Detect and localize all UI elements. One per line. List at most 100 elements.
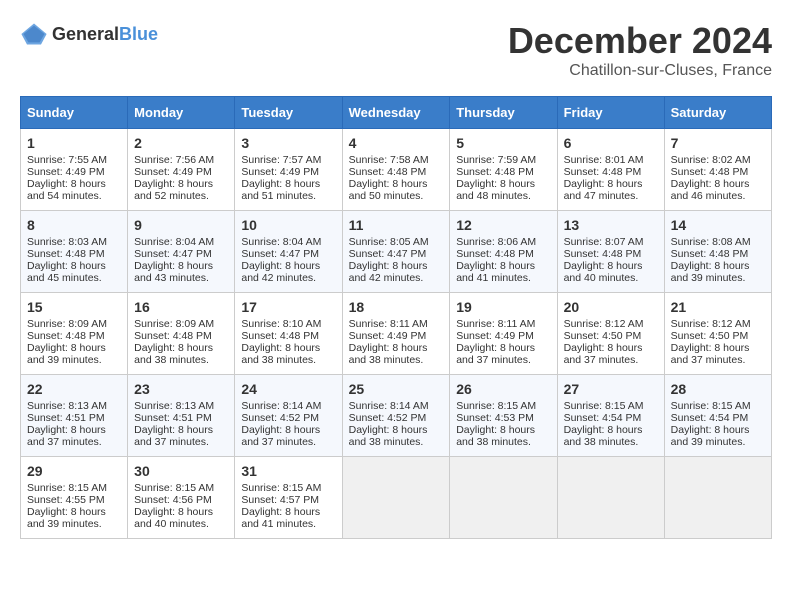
sunrise-text: Sunrise: 8:09 AM [134,318,214,330]
logo-blue: Blue [119,24,158,44]
sunrise-text: Sunrise: 8:05 AM [349,236,429,248]
day-number: 2 [134,135,228,151]
sunset-text: Sunset: 4:52 PM [349,412,427,424]
sunrise-text: Sunrise: 8:12 AM [564,318,644,330]
day-number: 4 [349,135,444,151]
day-number: 18 [349,299,444,315]
day-number: 27 [564,381,658,397]
calendar-week-2: 8 Sunrise: 8:03 AM Sunset: 4:48 PM Dayli… [21,211,772,293]
sunset-text: Sunset: 4:49 PM [134,166,212,178]
sunrise-text: Sunrise: 8:07 AM [564,236,644,248]
calendar-cell: 29 Sunrise: 8:15 AM Sunset: 4:55 PM Dayl… [21,457,128,539]
sunset-text: Sunset: 4:57 PM [241,494,319,506]
calendar-cell: 16 Sunrise: 8:09 AM Sunset: 4:48 PM Dayl… [128,293,235,375]
calendar-cell: 10 Sunrise: 8:04 AM Sunset: 4:47 PM Dayl… [235,211,342,293]
day-number: 9 [134,217,228,233]
calendar-cell: 30 Sunrise: 8:15 AM Sunset: 4:56 PM Dayl… [128,457,235,539]
calendar-cell: 26 Sunrise: 8:15 AM Sunset: 4:53 PM Dayl… [450,375,557,457]
col-sunday: Sunday [21,97,128,129]
sunset-text: Sunset: 4:50 PM [564,330,642,342]
day-number: 24 [241,381,335,397]
sunrise-text: Sunrise: 8:14 AM [241,400,321,412]
col-friday: Friday [557,97,664,129]
daylight-text: Daylight: 8 hours and 38 minutes. [134,342,213,366]
sunrise-text: Sunrise: 8:01 AM [564,154,644,166]
day-number: 5 [456,135,550,151]
sunset-text: Sunset: 4:48 PM [134,330,212,342]
daylight-text: Daylight: 8 hours and 37 minutes. [134,424,213,448]
calendar-cell: 27 Sunrise: 8:15 AM Sunset: 4:54 PM Dayl… [557,375,664,457]
calendar-cell: 13 Sunrise: 8:07 AM Sunset: 4:48 PM Dayl… [557,211,664,293]
sunset-text: Sunset: 4:48 PM [564,166,642,178]
calendar-cell: 2 Sunrise: 7:56 AM Sunset: 4:49 PM Dayli… [128,129,235,211]
sunrise-text: Sunrise: 8:13 AM [134,400,214,412]
sunrise-text: Sunrise: 8:15 AM [27,482,107,494]
calendar-week-5: 29 Sunrise: 8:15 AM Sunset: 4:55 PM Dayl… [21,457,772,539]
daylight-text: Daylight: 8 hours and 37 minutes. [671,342,750,366]
calendar-cell: 21 Sunrise: 8:12 AM Sunset: 4:50 PM Dayl… [664,293,771,375]
daylight-text: Daylight: 8 hours and 42 minutes. [241,260,320,284]
sunset-text: Sunset: 4:47 PM [134,248,212,260]
day-number: 22 [27,381,121,397]
daylight-text: Daylight: 8 hours and 51 minutes. [241,178,320,202]
sunset-text: Sunset: 4:47 PM [349,248,427,260]
day-number: 30 [134,463,228,479]
sunset-text: Sunset: 4:48 PM [456,166,534,178]
col-wednesday: Wednesday [342,97,450,129]
calendar-cell: 14 Sunrise: 8:08 AM Sunset: 4:48 PM Dayl… [664,211,771,293]
daylight-text: Daylight: 8 hours and 40 minutes. [564,260,643,284]
calendar-cell: 28 Sunrise: 8:15 AM Sunset: 4:54 PM Dayl… [664,375,771,457]
col-thursday: Thursday [450,97,557,129]
col-saturday: Saturday [664,97,771,129]
calendar-week-1: 1 Sunrise: 7:55 AM Sunset: 4:49 PM Dayli… [21,129,772,211]
sunset-text: Sunset: 4:48 PM [671,248,749,260]
day-number: 31 [241,463,335,479]
sunrise-text: Sunrise: 8:11 AM [349,318,428,330]
daylight-text: Daylight: 8 hours and 39 minutes. [27,342,106,366]
sunset-text: Sunset: 4:50 PM [671,330,749,342]
page-header: GeneralBlue December 2024 Chatillon-sur-… [20,20,772,80]
sunrise-text: Sunrise: 8:15 AM [241,482,321,494]
calendar-cell: 12 Sunrise: 8:06 AM Sunset: 4:48 PM Dayl… [450,211,557,293]
daylight-text: Daylight: 8 hours and 50 minutes. [349,178,428,202]
sunrise-text: Sunrise: 7:59 AM [456,154,536,166]
calendar-cell: 23 Sunrise: 8:13 AM Sunset: 4:51 PM Dayl… [128,375,235,457]
sunrise-text: Sunrise: 7:58 AM [349,154,429,166]
day-number: 26 [456,381,550,397]
sunrise-text: Sunrise: 8:12 AM [671,318,751,330]
sunset-text: Sunset: 4:49 PM [349,330,427,342]
daylight-text: Daylight: 8 hours and 39 minutes. [671,424,750,448]
day-number: 11 [349,217,444,233]
sunset-text: Sunset: 4:49 PM [456,330,534,342]
sunset-text: Sunset: 4:48 PM [564,248,642,260]
calendar-cell: 3 Sunrise: 7:57 AM Sunset: 4:49 PM Dayli… [235,129,342,211]
sunset-text: Sunset: 4:54 PM [671,412,749,424]
title-block: December 2024 Chatillon-sur-Cluses, Fran… [508,20,772,80]
sunrise-text: Sunrise: 8:03 AM [27,236,107,248]
calendar-cell: 5 Sunrise: 7:59 AM Sunset: 4:48 PM Dayli… [450,129,557,211]
day-number: 23 [134,381,228,397]
logo: GeneralBlue [20,20,158,48]
calendar-cell: 6 Sunrise: 8:01 AM Sunset: 4:48 PM Dayli… [557,129,664,211]
daylight-text: Daylight: 8 hours and 40 minutes. [134,506,213,530]
daylight-text: Daylight: 8 hours and 38 minutes. [349,424,428,448]
sunrise-text: Sunrise: 8:04 AM [241,236,321,248]
calendar-cell [557,457,664,539]
day-number: 21 [671,299,765,315]
sunrise-text: Sunrise: 8:02 AM [671,154,751,166]
daylight-text: Daylight: 8 hours and 47 minutes. [564,178,643,202]
daylight-text: Daylight: 8 hours and 39 minutes. [27,506,106,530]
calendar-header-row: Sunday Monday Tuesday Wednesday Thursday… [21,97,772,129]
calendar-cell: 1 Sunrise: 7:55 AM Sunset: 4:49 PM Dayli… [21,129,128,211]
day-number: 3 [241,135,335,151]
calendar-cell: 8 Sunrise: 8:03 AM Sunset: 4:48 PM Dayli… [21,211,128,293]
daylight-text: Daylight: 8 hours and 43 minutes. [134,260,213,284]
sunset-text: Sunset: 4:49 PM [241,166,319,178]
day-number: 25 [349,381,444,397]
calendar-week-3: 15 Sunrise: 8:09 AM Sunset: 4:48 PM Dayl… [21,293,772,375]
sunset-text: Sunset: 4:56 PM [134,494,212,506]
sunrise-text: Sunrise: 8:14 AM [349,400,429,412]
daylight-text: Daylight: 8 hours and 37 minutes. [456,342,535,366]
daylight-text: Daylight: 8 hours and 48 minutes. [456,178,535,202]
sunrise-text: Sunrise: 8:15 AM [671,400,751,412]
